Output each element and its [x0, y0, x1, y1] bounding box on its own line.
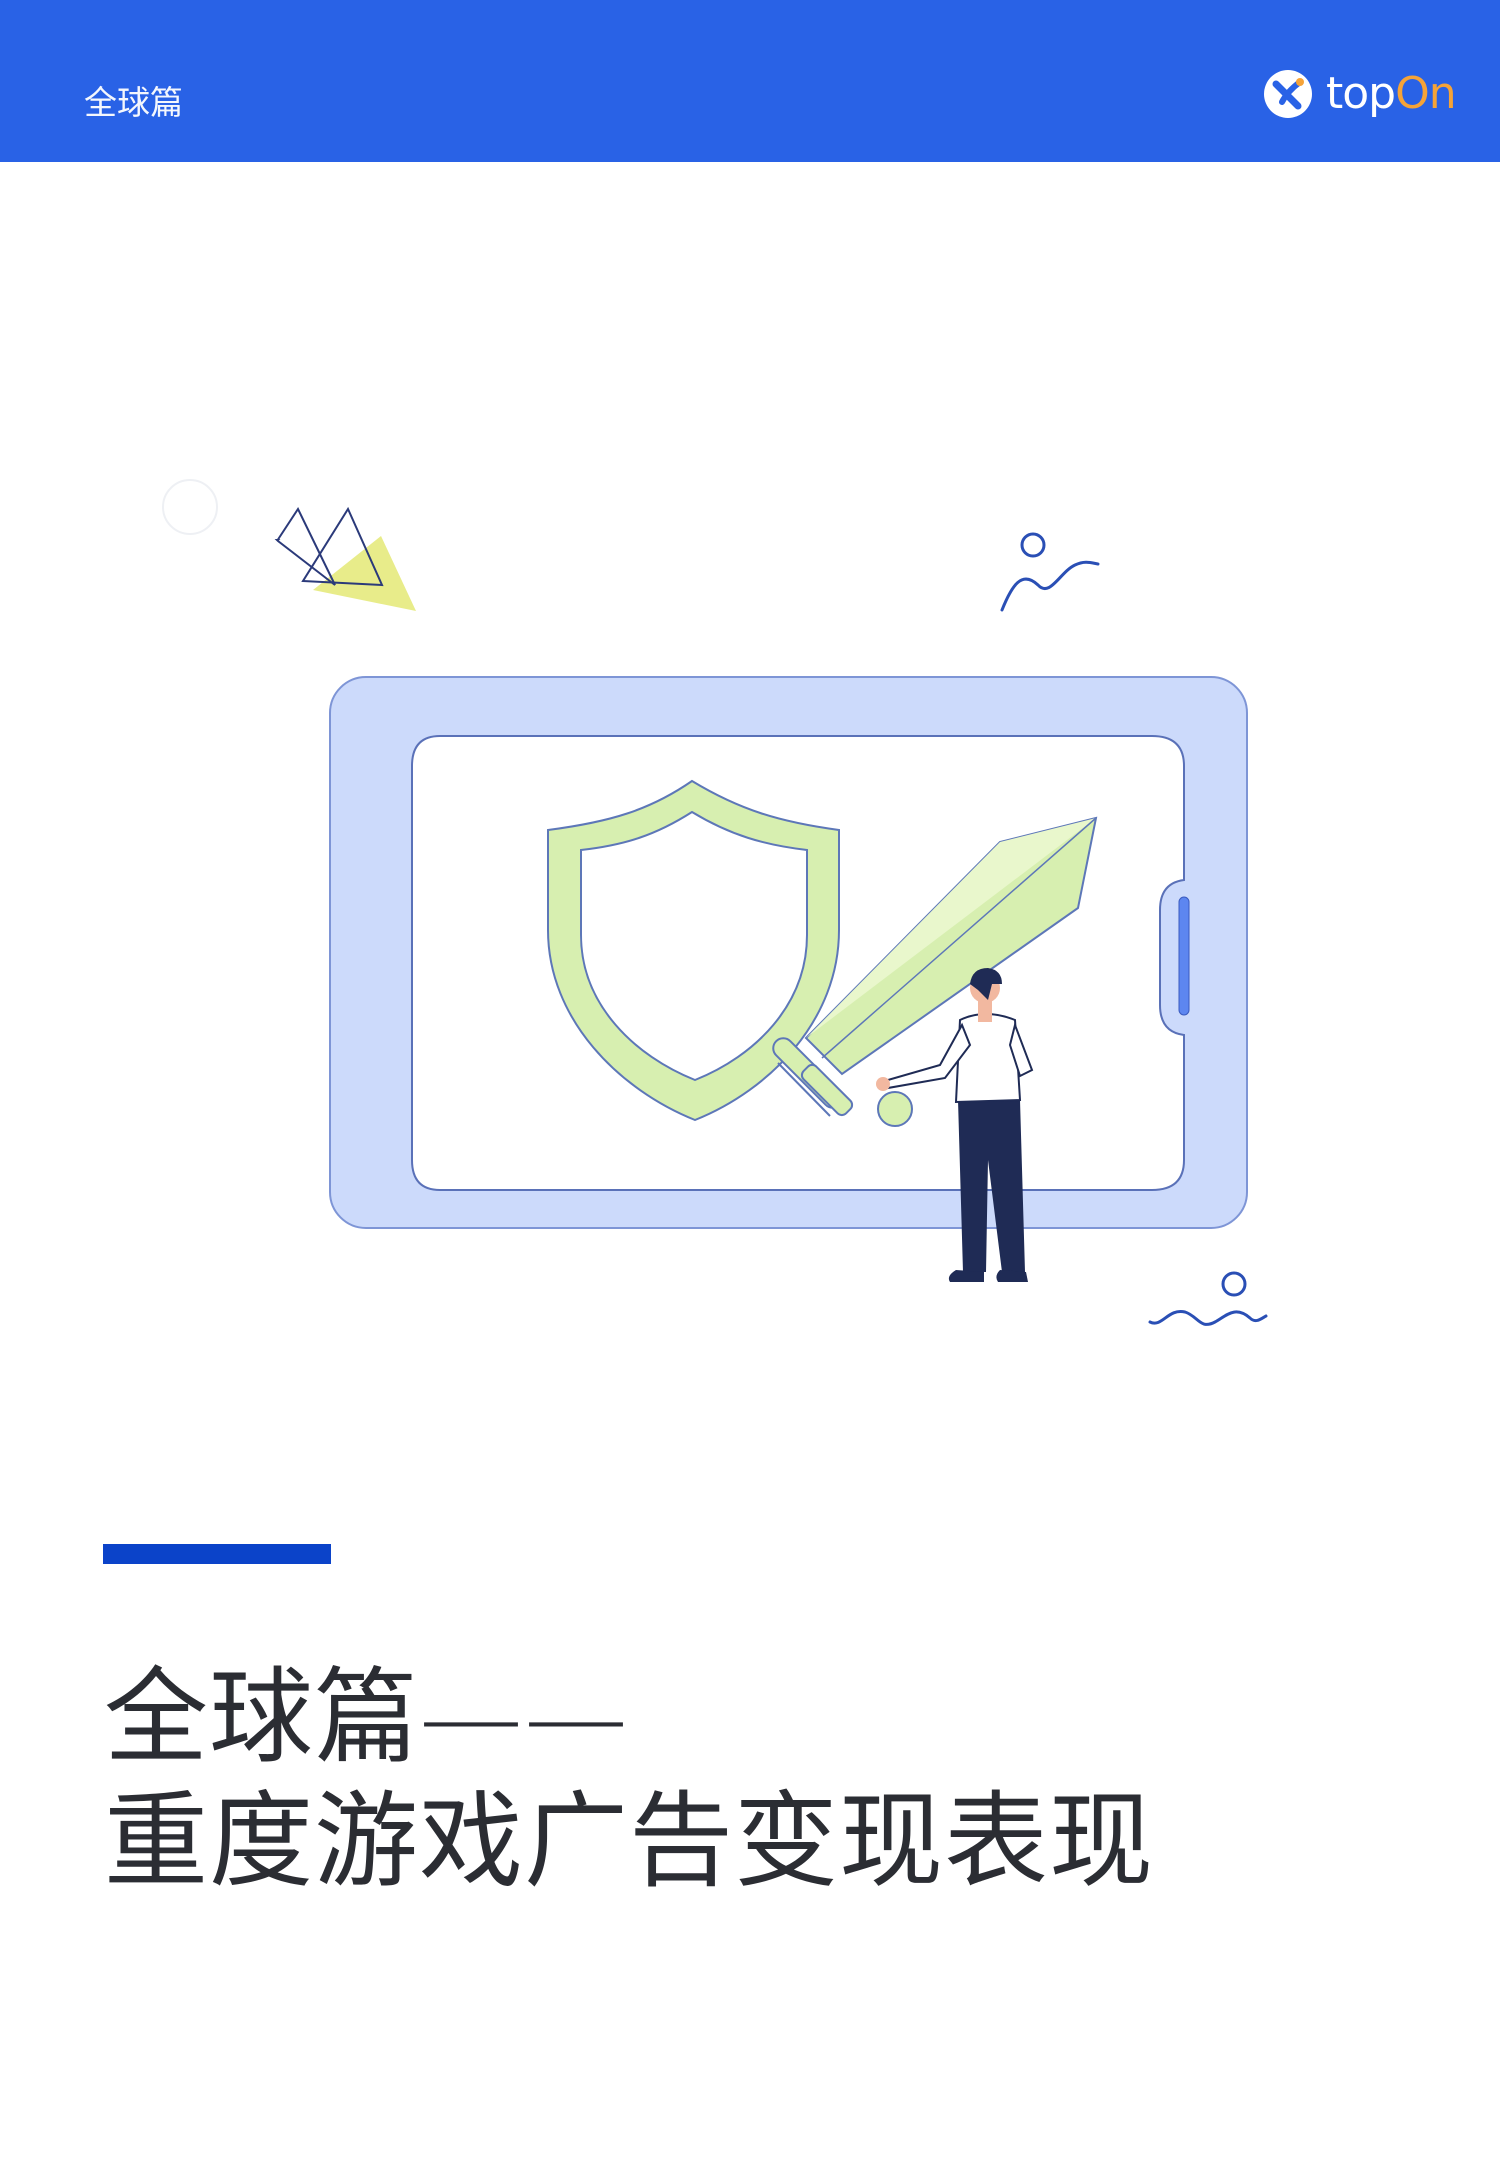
- cover-title: 全球篇—— 重度游戏广告变现表现: [104, 1655, 1154, 1903]
- cover-illustration: [162, 479, 1268, 1326]
- brand-wordmark-on: On: [1395, 68, 1457, 119]
- topon-logo-icon: [1264, 70, 1312, 118]
- cover-title-line2: 重度游戏广告变现表现: [104, 1780, 1155, 1902]
- cover-title-line1: 全球篇——: [104, 1656, 630, 1778]
- brand-logo: topOn: [1262, 66, 1457, 122]
- decor-squiggle-top: [1000, 532, 1100, 612]
- brand-wordmark-top: top: [1326, 68, 1396, 119]
- tablet-button: [1178, 896, 1190, 1016]
- brand-wordmark: topOn: [1326, 72, 1457, 116]
- header-section-label: 全球篇: [84, 83, 183, 122]
- decor-triangle-outline: [274, 506, 336, 586]
- header-bar: 全球篇 topOn: [0, 0, 1500, 162]
- decor-squiggle-bottom: [1148, 1271, 1268, 1326]
- accent-bar: [103, 1544, 331, 1564]
- decor-circle: [162, 479, 218, 535]
